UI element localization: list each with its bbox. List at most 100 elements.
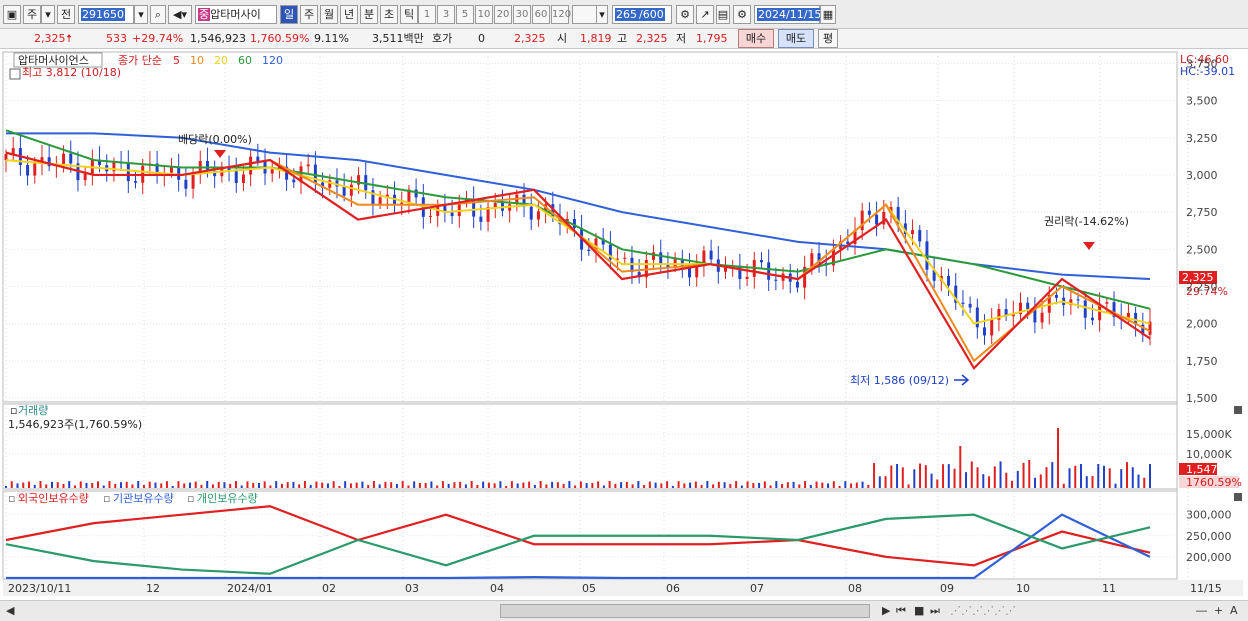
stock-name-field[interactable]: 중압타머사이	[195, 5, 277, 24]
volume-bar	[252, 482, 255, 488]
dividend-note: 배당락(0.00%)	[178, 133, 252, 146]
period-tab-2[interactable]: 월	[320, 5, 338, 24]
volume-panel-close-icon[interactable]	[1234, 406, 1242, 414]
interval-tab-5[interactable]: 5	[456, 5, 474, 24]
scroll-thumb[interactable]	[500, 604, 870, 618]
volume-bar	[654, 482, 657, 488]
period-tab-3[interactable]: 년	[340, 5, 358, 24]
volume-bar	[102, 485, 105, 488]
interval-tab-1[interactable]: 1	[418, 5, 436, 24]
interval-tab-60[interactable]: 60	[532, 5, 550, 24]
candle-body	[493, 203, 497, 208]
candle-body	[33, 163, 37, 176]
volume-bar	[878, 476, 881, 488]
interval-tab-120[interactable]: 120	[551, 5, 571, 24]
high-label: 고	[617, 32, 628, 45]
volume-bar	[510, 481, 513, 488]
zoom-in-icon[interactable]: +	[1214, 604, 1223, 618]
interval-tab-20[interactable]: 20	[494, 5, 512, 24]
volume-bar	[700, 484, 703, 488]
period-tab-4[interactable]: 분	[360, 5, 378, 24]
market-dropdown-icon[interactable]: ▾	[41, 5, 55, 24]
volume-bar	[10, 481, 13, 488]
volume-bar	[453, 482, 456, 488]
period-tab-1[interactable]: 주	[300, 5, 318, 24]
x-tick-label: 11/15	[1190, 582, 1222, 595]
volume-bar	[229, 483, 232, 488]
indicator-icon[interactable]: ⚙	[676, 5, 694, 24]
speaker-icon[interactable]: ◀▾	[168, 5, 192, 24]
buy-button[interactable]: 매수	[738, 29, 774, 48]
scroll-right-icon[interactable]: ▶	[882, 604, 890, 618]
current-price: 2,325	[34, 32, 66, 45]
volume-bar	[729, 483, 732, 488]
candle-body	[306, 164, 310, 167]
date-input[interactable]: 2024/11/15	[754, 5, 823, 24]
turnover-rate: 9.11%	[314, 32, 349, 45]
volume-bar	[579, 481, 582, 488]
volume-bar	[1068, 468, 1071, 488]
draw-tools-icon[interactable]: ⋰⋰⋰⋰⋰⋰	[950, 604, 1016, 618]
volume-bar	[372, 481, 375, 488]
market-selector[interactable]: 주	[23, 5, 41, 24]
volume-bar	[16, 483, 19, 488]
x-tick-label: 12	[146, 582, 160, 595]
ma-legend-item: 10	[190, 54, 204, 67]
price-tick-label: 1,750	[1186, 355, 1218, 368]
candle-body	[241, 174, 245, 183]
volume-bar	[873, 463, 876, 488]
stock-chart-svg[interactable]: 압타머사이언스 종가 단순 5 10 20 60 120 최고 3,812 (10/18…	[0, 50, 1248, 605]
stop-icon[interactable]: ■	[914, 604, 924, 618]
volume-bar	[568, 481, 571, 488]
interval-dropdown-icon[interactable]: ▾	[596, 5, 608, 24]
volume-bar	[62, 483, 65, 488]
calendar-icon[interactable]: ▦	[820, 5, 836, 24]
interval-tab-30[interactable]: 30	[513, 5, 531, 24]
interval-tab-10[interactable]: 10	[475, 5, 493, 24]
interval-tab-3[interactable]: 3	[437, 5, 455, 24]
open-label: 시	[557, 32, 568, 45]
chart-scrollbar[interactable]: ◀ ▶ ⏮ ■ ⏭ ⋰⋰⋰⋰⋰⋰ ― + A	[0, 600, 1248, 621]
volume-bar	[861, 481, 864, 488]
scroll-left-icon[interactable]: ◀	[6, 604, 14, 618]
candle-body	[69, 153, 73, 164]
jump-start-icon[interactable]: ⏮	[896, 604, 906, 618]
view-selector[interactable]: 전	[57, 5, 75, 24]
candle-body	[83, 173, 87, 181]
jump-end-icon[interactable]: ⏭	[930, 604, 940, 618]
volume-bar	[430, 481, 433, 488]
volume-bar	[441, 481, 444, 488]
chart-area[interactable]: 압타머사이언스 종가 단순 5 10 20 60 120 최고 3,812 (10/18…	[0, 50, 1248, 605]
period-tab-5[interactable]: 초	[380, 5, 398, 24]
zoom-out-icon[interactable]: ―	[1196, 604, 1207, 618]
stock-code-input[interactable]: 291650	[78, 5, 134, 24]
candle-body	[1105, 302, 1109, 304]
period-tab-0[interactable]: 일	[280, 5, 298, 24]
volume-bar	[809, 484, 812, 488]
volume-bar	[1005, 472, 1008, 488]
candle-body	[918, 230, 922, 242]
volume-bar	[913, 469, 916, 488]
window-menu-icon[interactable]: ▣	[3, 5, 21, 24]
ma-label: 종가 단순	[118, 54, 162, 67]
code-dropdown-icon[interactable]: ▾	[134, 5, 148, 24]
eval-button[interactable]: 평	[818, 29, 838, 48]
volume-bar	[493, 483, 496, 488]
volume-bar	[464, 484, 467, 488]
volume-bar	[838, 485, 841, 488]
candle-body	[860, 210, 864, 230]
period-tab-6[interactable]: 틱	[400, 5, 418, 24]
settings-gear-icon[interactable]: ⚙	[733, 5, 751, 24]
sell-button[interactable]: 매도	[778, 29, 814, 48]
search-icon[interactable]: ⌕	[150, 5, 166, 24]
volume-bar	[602, 485, 605, 488]
holding-panel-close-icon[interactable]	[1234, 493, 1242, 501]
volume-bar	[1074, 465, 1077, 488]
volume-bar	[953, 468, 956, 488]
count-input[interactable]: 265/600	[612, 5, 672, 24]
text-tool-icon[interactable]: A	[1230, 604, 1238, 618]
draw-tool-icon[interactable]: ↗	[696, 5, 714, 24]
save-icon[interactable]: ▤	[716, 5, 730, 24]
volume-bar	[712, 484, 715, 488]
volume-bar	[470, 481, 473, 488]
